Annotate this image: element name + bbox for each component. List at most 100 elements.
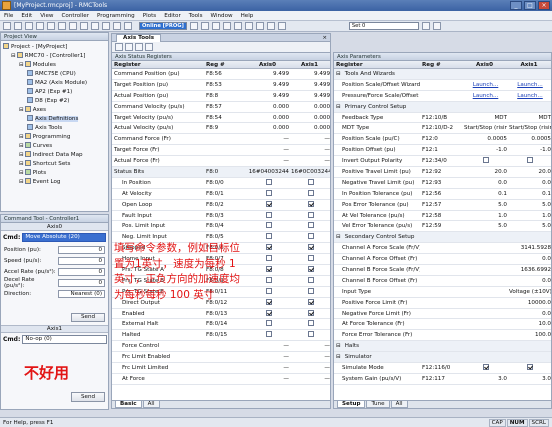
axis-refresh-icon[interactable]	[135, 43, 143, 51]
download-icon[interactable]	[124, 22, 132, 30]
section-expander-icon[interactable]: ⊟	[336, 71, 341, 77]
plot-tool-icon[interactable]	[233, 22, 242, 30]
params-axis1-value[interactable]: 0.0005	[507, 136, 551, 142]
params-section-row[interactable]: ⊟ Tools And Wizards	[334, 69, 551, 80]
status-axis0-checkbox[interactable]	[265, 265, 272, 272]
params-axis1-launch-link[interactable]: Launch...	[507, 93, 551, 99]
axes-tools-icon[interactable]	[277, 22, 286, 30]
set-back-icon[interactable]	[432, 22, 441, 30]
tab-all[interactable]: All	[142, 401, 160, 408]
tree-item[interactable]: ⊟ Shortcut Sets	[3, 160, 106, 169]
menu-plots[interactable]: Plots	[143, 13, 156, 19]
tree-item[interactable]: Project - [MyProject]	[3, 43, 106, 52]
tab-params-all[interactable]: All	[390, 401, 408, 408]
axis-filter-icon[interactable]	[125, 43, 133, 51]
tree-item[interactable]: ⊟ Plots	[3, 169, 106, 178]
menu-controller[interactable]: Controller	[62, 13, 90, 19]
tree-item[interactable]: ⊟ Curves	[3, 142, 106, 151]
params-axis1-value[interactable]: 1636.6992	[507, 267, 551, 273]
tab-tune[interactable]: Tune	[366, 401, 390, 408]
menu-edit[interactable]: Edit	[21, 13, 32, 19]
tree-item[interactable]: ⊟ Indirect Data Map	[3, 151, 106, 160]
params-axis1-value[interactable]: Voltage (±10V)	[507, 289, 551, 295]
minimize-icon[interactable]: _	[510, 1, 522, 10]
tree-item[interactable]: AP2 (Exp #1)	[3, 88, 106, 97]
status-axis1-checkbox[interactable]	[307, 298, 314, 305]
status-axis1-checkbox[interactable]	[307, 287, 314, 294]
axis0-send-button[interactable]: Send	[71, 313, 105, 322]
params-axis0-value[interactable]: 1.0	[462, 213, 507, 219]
status-axis1-checkbox[interactable]	[307, 276, 314, 283]
tree-item[interactable]: ⊟ Programming	[3, 133, 106, 142]
stop-icon[interactable]	[200, 22, 209, 30]
params-axis1-value[interactable]: 5.0	[507, 202, 551, 208]
menu-editor[interactable]: Editor	[164, 13, 181, 19]
tree-expander-icon[interactable]: ⊟	[19, 107, 24, 113]
axis0-cmd-select[interactable]: Move Absolute (20)	[22, 233, 106, 242]
status-axis1-checkbox[interactable]	[307, 189, 314, 196]
tree-item[interactable]: ⊟ Event Log	[3, 178, 106, 187]
axis0-field-input[interactable]: 0	[58, 267, 105, 276]
status-axis1-checkbox[interactable]	[307, 331, 314, 338]
tree-expander-icon[interactable]: ⊟	[19, 62, 24, 68]
cut-icon[interactable]	[36, 22, 44, 30]
status-axis1-checkbox[interactable]	[307, 200, 314, 207]
params-axis0-launch-link[interactable]: Launch...	[462, 82, 507, 88]
params-axis1-value[interactable]: 3141.5928	[507, 245, 551, 251]
params-axis1-value[interactable]: 0.0	[507, 180, 551, 186]
set-select[interactable]: Set 0	[348, 22, 419, 30]
params-axis1-value[interactable]: 5.0	[507, 223, 551, 229]
params-axis0-value[interactable]: -1.0	[462, 147, 507, 153]
params-section-row[interactable]: ⊟ Secondary Control Setup	[334, 232, 551, 244]
params-axis1-value[interactable]: 10000.0	[507, 300, 551, 306]
status-axis1-checkbox[interactable]	[307, 211, 314, 218]
axis0-field-input[interactable]: Nearest (0)	[58, 289, 105, 298]
params-axis0-value[interactable]: MDT	[462, 115, 507, 121]
status-axis0-checkbox[interactable]	[265, 276, 272, 283]
status-axis1-checkbox[interactable]	[307, 320, 314, 327]
params-axis1-value[interactable]: 100.0	[507, 332, 551, 338]
tab-axis-tools[interactable]: Axis Tools	[116, 34, 162, 42]
section-expander-icon[interactable]: ⊟	[336, 354, 341, 360]
params-axis0-checkbox[interactable]	[482, 157, 489, 164]
status-axis0-checkbox[interactable]	[265, 222, 272, 229]
axis-select-icon[interactable]	[115, 43, 123, 51]
params-axis1-value[interactable]: -1.0	[507, 147, 551, 153]
params-axis1-value[interactable]: 0.0	[507, 311, 551, 317]
params-axis0-value[interactable]: 0.0	[462, 180, 507, 186]
params-section-row[interactable]: ⊟ Primary Control Setup	[334, 101, 551, 113]
axis1-send-button[interactable]: Send	[71, 392, 105, 402]
menu-window[interactable]: Window	[211, 13, 233, 19]
status-axis1-checkbox[interactable]	[307, 244, 314, 251]
params-axis0-value[interactable]: 3.0	[462, 376, 507, 382]
menu-help[interactable]: Help	[241, 13, 254, 19]
menu-programming[interactable]: Programming	[97, 13, 135, 19]
print-icon[interactable]	[91, 22, 99, 30]
tab-basic[interactable]: Basic	[115, 401, 142, 408]
find-icon[interactable]	[102, 22, 110, 30]
settings-icon[interactable]	[244, 22, 253, 30]
upload-flash-icon[interactable]	[255, 22, 264, 30]
paste-icon[interactable]	[58, 22, 66, 30]
params-axis0-value[interactable]: Start/Stop (rising)	[462, 125, 507, 131]
params-axis0-checkbox[interactable]	[482, 363, 489, 370]
status-axis0-checkbox[interactable]	[265, 255, 272, 262]
online-mode-select[interactable]: Online [PROG]	[139, 22, 187, 30]
status-axis1-checkbox[interactable]	[307, 222, 314, 229]
status-axis1-checkbox[interactable]	[307, 309, 314, 316]
tree-item[interactable]: Axis Tools	[3, 124, 106, 133]
axis1-cmd-select[interactable]: No-op (0)	[22, 335, 107, 344]
menu-view[interactable]: View	[40, 13, 53, 19]
tree-item[interactable]: Axis Definitions	[3, 115, 106, 124]
tree-expander-icon[interactable]: ⊟	[19, 161, 24, 167]
status-axis0-checkbox[interactable]	[265, 287, 272, 294]
params-axis1-value[interactable]: 0.0	[507, 256, 551, 262]
status-axis0-checkbox[interactable]	[265, 331, 272, 338]
maximize-icon[interactable]: □	[524, 1, 536, 10]
tree-expander-icon[interactable]: ⊟	[11, 53, 16, 59]
section-expander-icon[interactable]: ⊟	[336, 234, 341, 240]
tree-item[interactable]: ⊟ RMC70 - [Controller1]	[3, 52, 106, 61]
status-axis0-checkbox[interactable]	[265, 244, 272, 251]
status-axis0-checkbox[interactable]	[265, 189, 272, 196]
tree-expander-icon[interactable]: ⊟	[19, 179, 24, 185]
